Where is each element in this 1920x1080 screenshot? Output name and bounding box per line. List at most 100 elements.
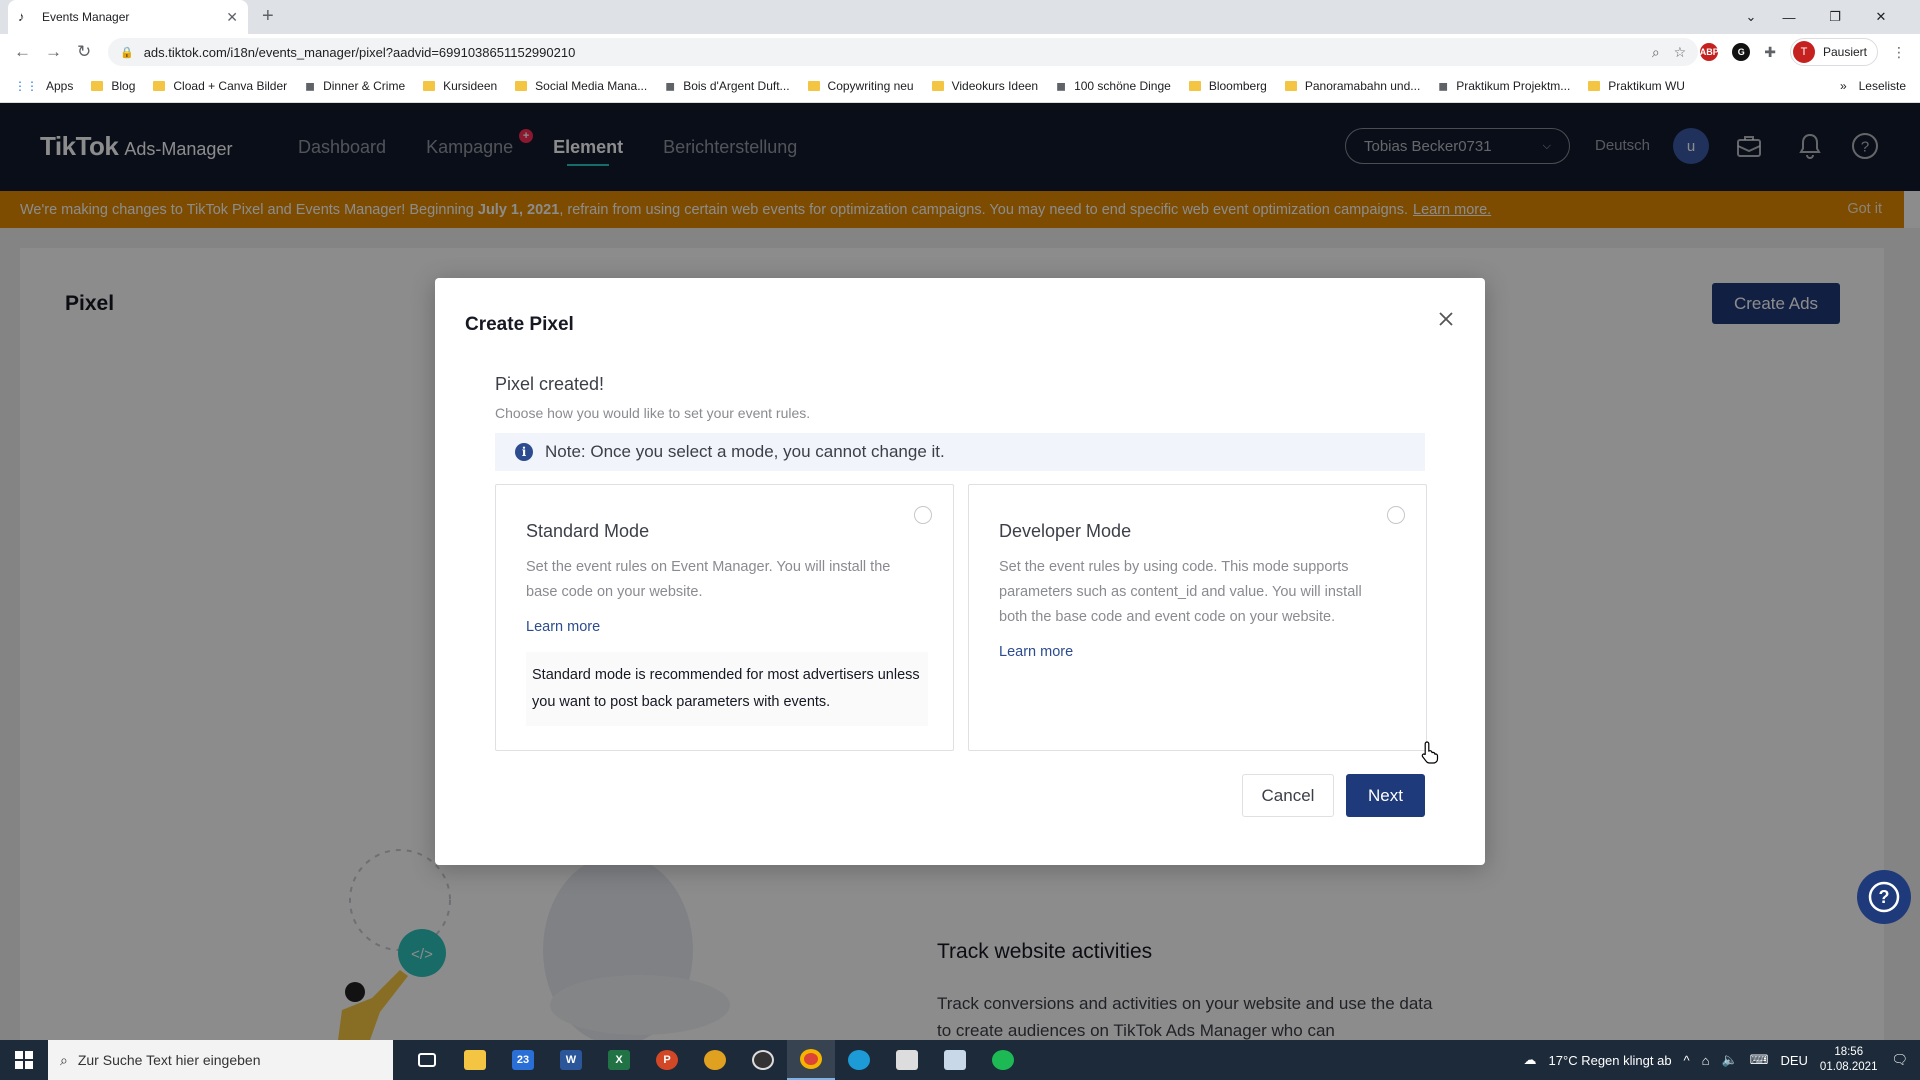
tray-chevron-icon[interactable]: ^ [1684, 1053, 1690, 1068]
browser-tabbar: ♪ Events Manager ✕ + ⌄ — ❐ ✕ [0, 0, 1920, 34]
bookmark-item[interactable]: Copywriting neu [807, 79, 914, 93]
bookmark-label: Praktikum WU [1608, 79, 1685, 93]
bookmark-item[interactable]: Panoramabahn und... [1284, 79, 1421, 93]
next-button[interactable]: Next [1346, 774, 1425, 817]
bookmark-item[interactable]: Social Media Mana... [515, 79, 647, 93]
bookmark-star-icon[interactable]: ☆ [1674, 44, 1687, 61]
standard-mode-radio[interactable] [914, 506, 932, 524]
site-favicon: ◼ [665, 79, 676, 93]
folder-icon [515, 81, 528, 91]
profile-avatar: T [1792, 41, 1815, 63]
bookmark-item[interactable]: Kursideen [423, 79, 497, 93]
profile-button[interactable]: T Pausiert [1789, 38, 1878, 66]
bookmark-item[interactable]: Bloomberg [1188, 79, 1267, 93]
excel-icon[interactable]: X [595, 1040, 643, 1080]
volume-icon[interactable]: 🔈 [1722, 1052, 1738, 1068]
language-indicator[interactable]: DEU [1780, 1053, 1807, 1068]
app-icon[interactable] [691, 1040, 739, 1080]
edge-icon[interactable] [835, 1040, 883, 1080]
tab-close-icon[interactable]: ✕ [226, 9, 238, 26]
adblock-icon[interactable]: ABP [1700, 43, 1719, 61]
tiktok-favicon-icon: ♪ [18, 9, 25, 24]
powerpoint-icon[interactable]: P [643, 1040, 691, 1080]
bookmark-item[interactable]: Praktikum WU [1588, 79, 1685, 93]
bookmark-item[interactable]: Videokurs Ideen [931, 79, 1038, 93]
info-icon: i [515, 443, 533, 461]
tab-title: Events Manager [42, 10, 130, 24]
clock[interactable]: 18:56 01.08.2021 [1820, 1045, 1878, 1075]
forward-icon[interactable]: → [45, 42, 62, 62]
weather-text[interactable]: 17°C Regen klingt ab [1549, 1053, 1672, 1068]
spotify-icon[interactable] [979, 1040, 1027, 1080]
bookmark-item[interactable]: ◼ Dinner & Crime [305, 79, 405, 93]
bookmark-item[interactable]: Cload + Canva Bilder [153, 79, 287, 93]
help-circle-icon: ? [1868, 881, 1900, 913]
notification-icon[interactable]: 🗨 [1891, 1052, 1908, 1068]
clock-date: 01.08.2021 [1819, 1061, 1878, 1073]
start-button[interactable] [0, 1040, 48, 1080]
restore-icon[interactable]: ❐ [1812, 9, 1858, 25]
bookmark-item[interactable]: Blog [91, 79, 135, 93]
bookmark-item[interactable]: ⋮⋮ Apps [14, 79, 73, 93]
taskbar-search[interactable]: ⌕ Zur Suche Text hier eingeben [48, 1040, 393, 1080]
developer-mode-radio[interactable] [1387, 506, 1405, 524]
folder-icon [153, 81, 166, 91]
reload-icon[interactable]: ↻ [77, 42, 91, 62]
url-input[interactable]: 🔒 ads.tiktok.com/i18n/events_manager/pix… [108, 38, 1698, 66]
network-icon[interactable]: ⌂ [1702, 1053, 1710, 1068]
cancel-button[interactable]: Cancel [1242, 774, 1334, 817]
bookmark-label: Praktikum Projektm... [1456, 79, 1571, 93]
task-view-icon[interactable] [403, 1040, 451, 1080]
back-icon[interactable]: ← [14, 42, 31, 62]
obs-icon[interactable] [739, 1040, 787, 1080]
developer-learn-more-link[interactable]: Learn more [999, 644, 1073, 660]
svg-text:?: ? [1879, 887, 1890, 907]
bookmark-item[interactable]: ◼ 100 schöne Dinge [1056, 79, 1171, 93]
apps-icon: ⋮⋮ [14, 79, 38, 93]
more-bookmarks-icon[interactable]: » [1840, 79, 1847, 93]
tab-search-icon[interactable]: ⌄ [1736, 9, 1766, 25]
close-window-icon[interactable]: ✕ [1858, 9, 1904, 25]
bookmark-label: Panoramabahn und... [1304, 79, 1421, 93]
help-chat-button[interactable]: ? [1857, 870, 1911, 924]
bookmark-item[interactable]: ◼ Bois d'Argent Duft... [665, 79, 789, 93]
profile-status: Pausiert [1822, 45, 1867, 59]
bookmarks-bar: ⋮⋮ Apps Blog Cload + Canva Bilder ◼ Dinner & … [0, 70, 1920, 103]
close-icon[interactable] [1435, 308, 1457, 330]
developer-mode-card[interactable]: Developer Mode Set the event rules by us… [968, 484, 1427, 751]
modal-heading: Pixel created! [495, 374, 605, 394]
browser-tab[interactable]: ♪ Events Manager ✕ [8, 0, 248, 34]
extensions-icon[interactable]: ✚ [1764, 44, 1776, 61]
file-explorer-icon[interactable] [451, 1040, 499, 1080]
bookmark-item[interactable]: ◼ Praktikum Projektm... [1438, 79, 1570, 93]
minimize-icon[interactable]: — [1766, 10, 1812, 25]
bookmark-label: Bloomberg [1208, 79, 1267, 93]
chrome-icon[interactable] [787, 1040, 835, 1080]
word-icon[interactable]: W [547, 1040, 595, 1080]
grammarly-icon[interactable]: G [1732, 43, 1751, 61]
window-controls: ⌄ — ❐ ✕ [1736, 0, 1904, 34]
note-text: Note: Once you select a mode, you cannot… [545, 442, 945, 461]
new-tab-icon[interactable]: + [262, 6, 274, 26]
reading-list[interactable]: » Leseliste [1829, 70, 1906, 102]
bookmark-label: Apps [46, 79, 74, 93]
bookmark-label: Dinner & Crime [323, 79, 406, 93]
standard-learn-more-link[interactable]: Learn more [526, 619, 600, 635]
folder-icon [931, 81, 944, 91]
clock-time: 18:56 [1834, 1046, 1864, 1058]
standard-mode-card[interactable]: Standard Mode Set the event rules on Eve… [495, 484, 954, 751]
zoom-icon[interactable]: ⌕ [1652, 44, 1660, 61]
mail-icon[interactable]: 23 [499, 1040, 547, 1080]
toolbar-extensions: ⌕ ☆ ABP G ✚ T Pausiert ⋮ [1652, 38, 1906, 66]
notepad-icon[interactable] [931, 1040, 979, 1080]
hand-cursor-icon [1421, 741, 1439, 764]
windows-icon [15, 1051, 33, 1069]
chrome-menu-icon[interactable]: ⋮ [1892, 44, 1906, 61]
keyboard-icon[interactable]: ⌨ [1750, 1052, 1769, 1068]
bookmark-label: Social Media Mana... [535, 79, 648, 93]
taskbar-apps: 23 W X P [403, 1040, 1027, 1080]
folder-icon [91, 81, 104, 91]
app-window-icon[interactable] [883, 1040, 931, 1080]
standard-mode-description: Set the event rules on Event Manager. Yo… [526, 559, 891, 600]
create-pixel-modal: Create Pixel Pixel created! Choose how y… [435, 278, 1485, 865]
